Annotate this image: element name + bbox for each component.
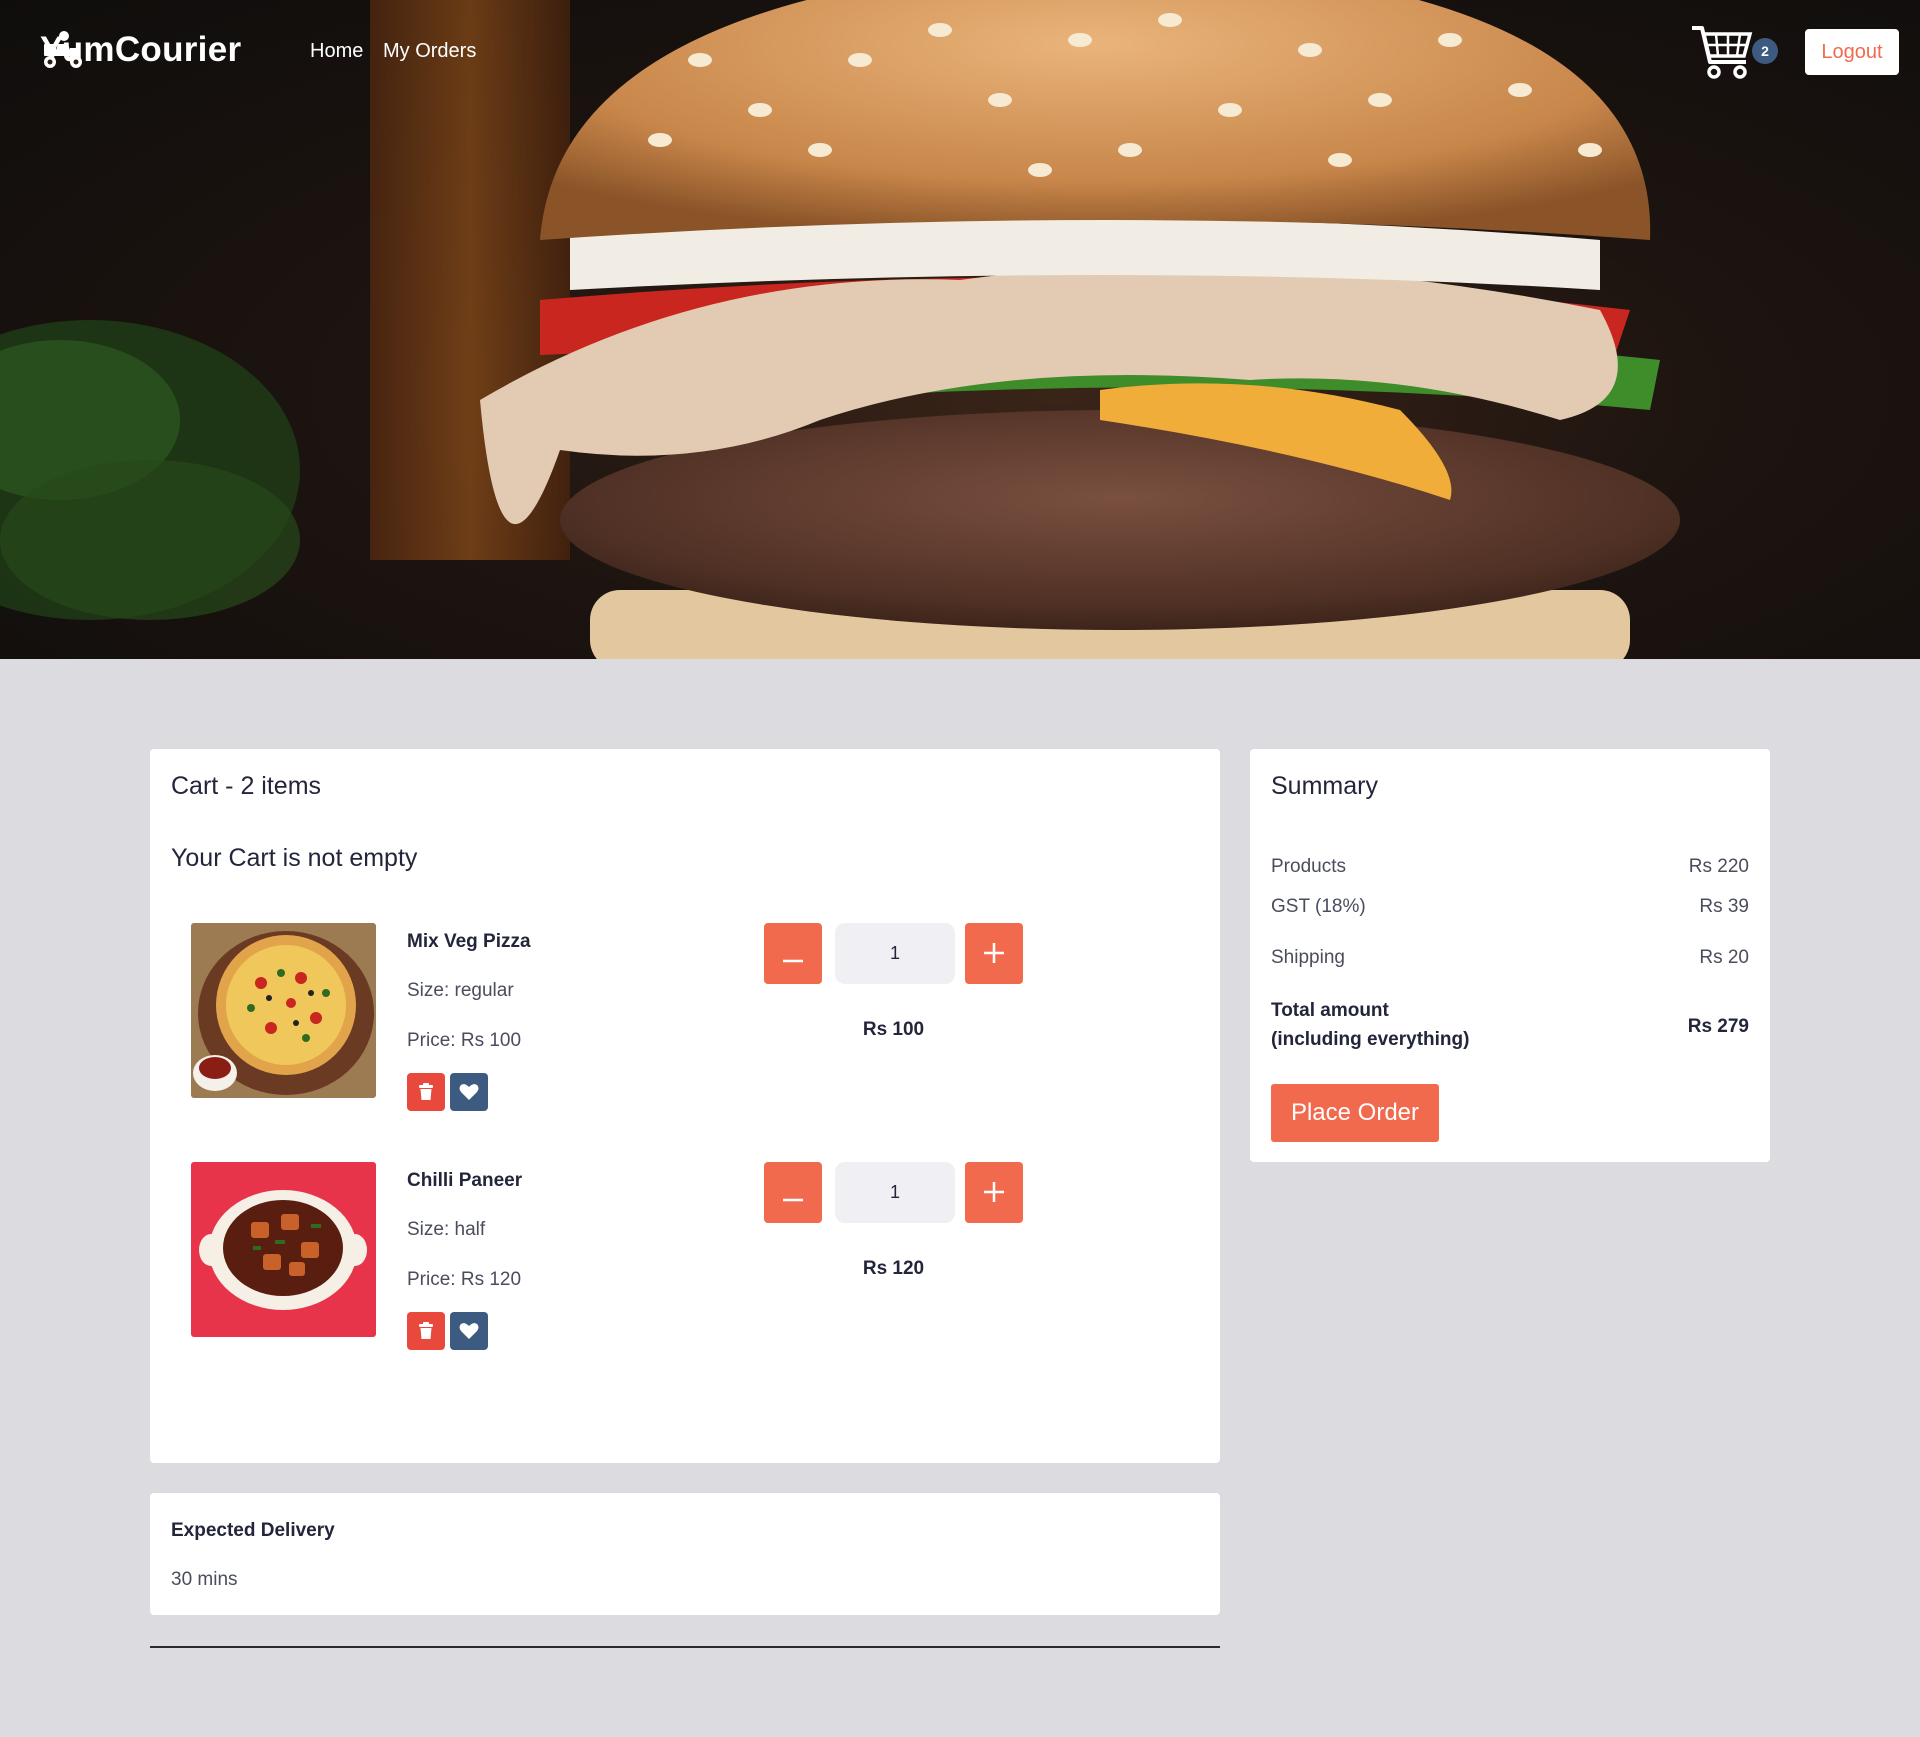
summary-label: Products	[1271, 856, 1346, 877]
summary-label: Shipping	[1271, 947, 1345, 968]
delivery-card: Expected Delivery 30 mins	[150, 1493, 1220, 1615]
trash-icon	[419, 1083, 433, 1100]
remove-item-button[interactable]	[407, 1073, 445, 1111]
total-value: Rs 279	[1687, 1016, 1749, 1037]
summary-row-gst: GST (18%) Rs 39	[1271, 896, 1749, 918]
summary-value: Rs 20	[1699, 947, 1749, 968]
item-size: Size: regular	[407, 980, 514, 1001]
remove-item-button[interactable]	[407, 1312, 445, 1350]
divider	[150, 1646, 1220, 1648]
decrease-quantity-button[interactable]	[764, 1162, 822, 1223]
item-size: Size: half	[407, 1219, 486, 1240]
minus-icon	[783, 959, 803, 962]
cart-item: Mix Veg Pizza Size: regular Price: Rs 10…	[150, 923, 1220, 1111]
summary-card: Summary Products Rs 220 GST (18%) Rs 39 …	[1250, 749, 1770, 1162]
cart-count-badge: 2	[1752, 38, 1778, 64]
delivery-label: Expected Delivery	[171, 1520, 335, 1541]
quantity-input[interactable]	[835, 1162, 955, 1223]
chilli-paneer-photo	[191, 1162, 376, 1337]
quantity-input[interactable]	[835, 923, 955, 984]
item-price: Price: Rs 120	[407, 1269, 522, 1290]
cart-item: Chilli Paneer Size: half Price: Rs 120 R…	[150, 1162, 1220, 1350]
summary-value: Rs 220	[1688, 856, 1749, 877]
minus-icon	[783, 1198, 803, 1201]
place-order-button[interactable]: Place Order	[1271, 1084, 1439, 1142]
favorite-item-button[interactable]	[450, 1073, 488, 1111]
item-name: Chilli Paneer	[407, 1170, 523, 1191]
nav-home-link[interactable]: Home	[310, 40, 363, 63]
summary-label: GST (18%)	[1271, 896, 1366, 917]
cart-button[interactable]	[1690, 24, 1754, 80]
delivery-time: 30 mins	[171, 1569, 238, 1590]
cart-status-text: Your Cart is not empty	[171, 844, 418, 872]
item-name: Mix Veg Pizza	[407, 931, 531, 952]
item-price: Price: Rs 100	[407, 1030, 522, 1051]
item-line-total: Rs 120	[862, 1258, 925, 1279]
summary-row-products: Products Rs 220	[1271, 856, 1749, 878]
summary-title: Summary	[1271, 772, 1378, 800]
item-line-total: Rs 100	[862, 1019, 925, 1040]
summary-row-shipping: Shipping Rs 20	[1271, 947, 1749, 969]
trash-icon	[419, 1322, 433, 1339]
heart-icon	[459, 1084, 479, 1100]
delivery-scooter-icon	[44, 31, 82, 68]
top-navbar: YumCourier Home My Orders 2 Logout	[0, 0, 1920, 104]
summary-total-row: Total amount (including everything) Rs 2…	[1271, 996, 1749, 1054]
shopping-cart-icon	[1692, 26, 1753, 79]
brand-logo[interactable]: YumCourier	[40, 30, 241, 70]
logout-button[interactable]: Logout	[1805, 29, 1899, 75]
increase-quantity-button[interactable]	[965, 923, 1023, 984]
cart-card: Cart - 2 items Your Cart is not empty Mi…	[150, 749, 1220, 1463]
plus-icon	[984, 1181, 1004, 1202]
total-label-line-2: (including everything)	[1271, 1029, 1470, 1050]
pizza-photo	[191, 923, 376, 1098]
summary-value: Rs 39	[1699, 896, 1749, 917]
decrease-quantity-button[interactable]	[764, 923, 822, 984]
favorite-item-button[interactable]	[450, 1312, 488, 1350]
hero-banner: YumCourier Home My Orders 2 Logout	[0, 0, 1920, 659]
nav-my-orders-link[interactable]: My Orders	[383, 40, 476, 63]
increase-quantity-button[interactable]	[965, 1162, 1023, 1223]
total-label-line-1: Total amount	[1271, 1000, 1389, 1021]
cart-title: Cart - 2 items	[171, 772, 322, 800]
plus-icon	[984, 942, 1004, 963]
heart-icon	[459, 1323, 479, 1339]
